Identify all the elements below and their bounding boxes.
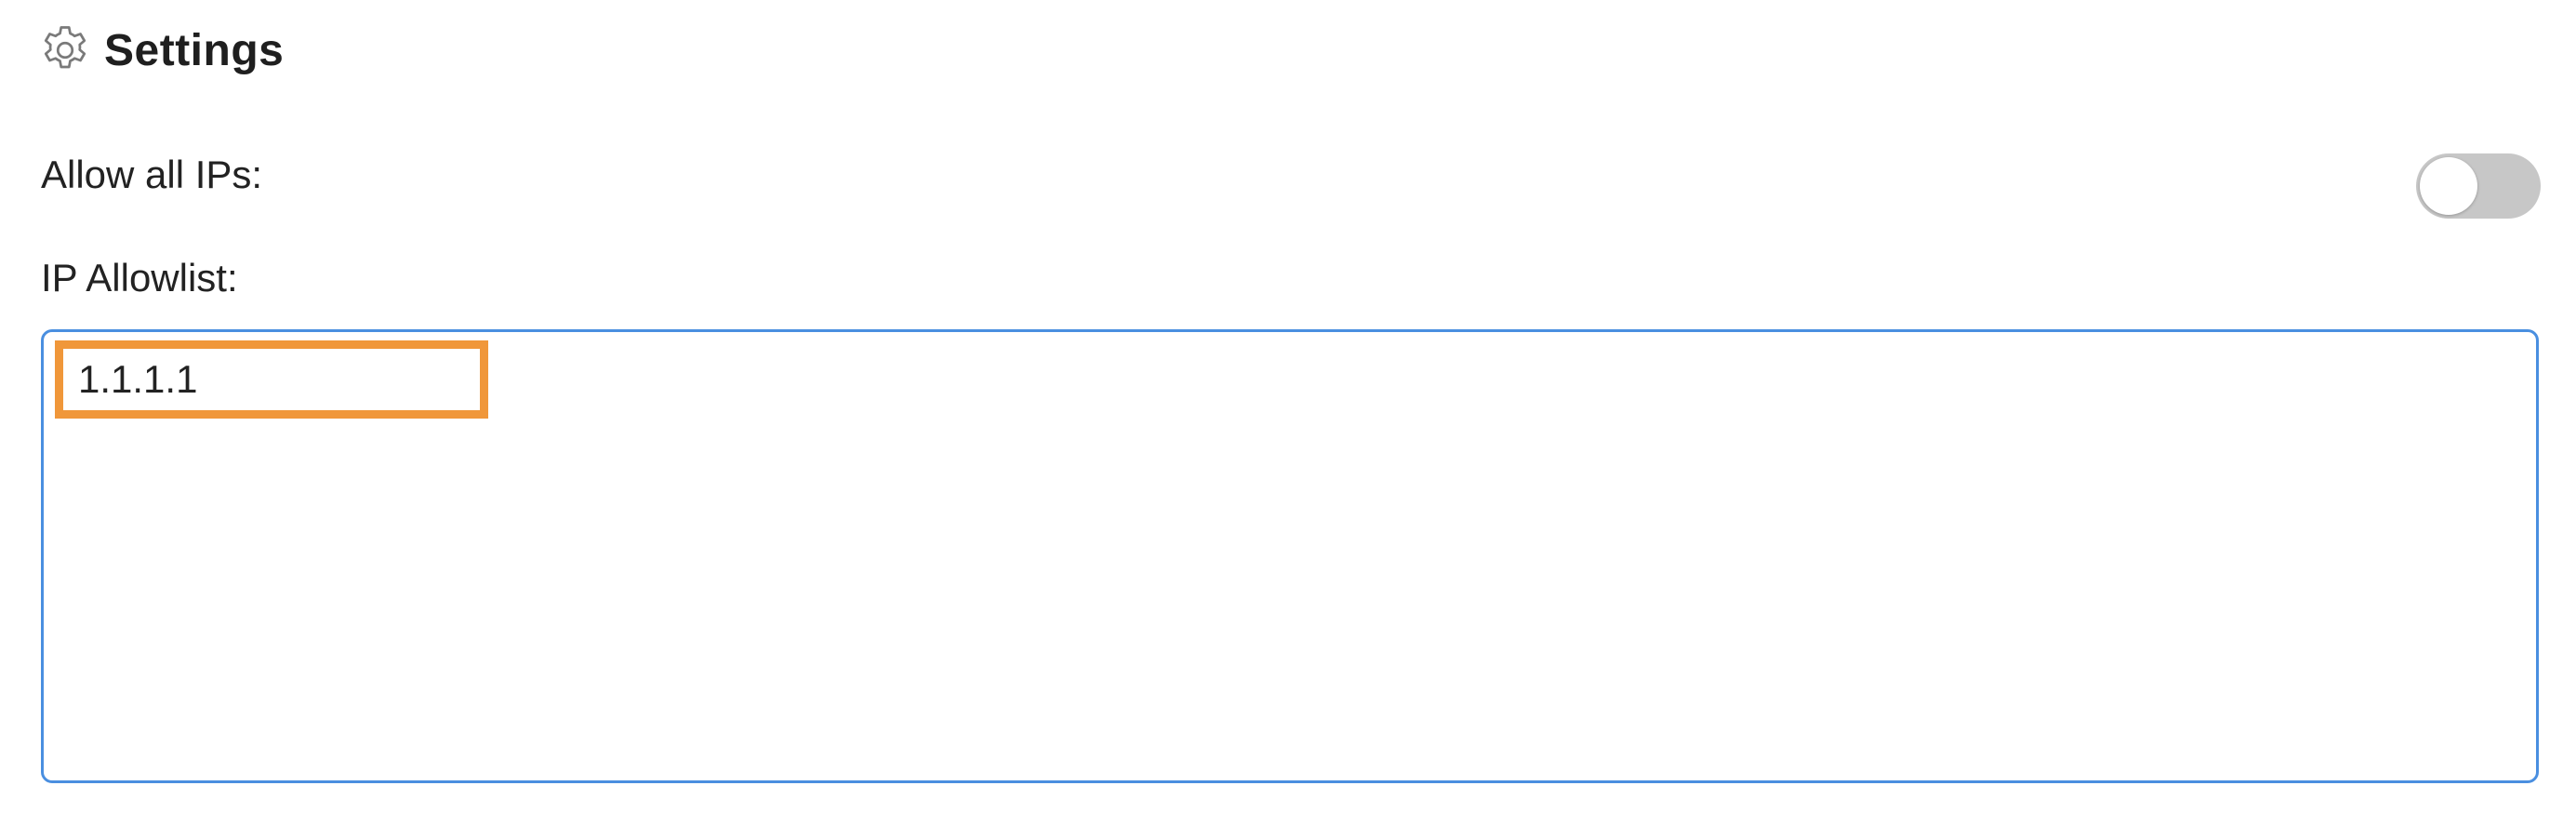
- ip-allowlist-label: IP Allowlist:: [41, 256, 238, 300]
- ip-allowlist-input[interactable]: 1.1.1.1: [41, 329, 2539, 783]
- allow-all-ips-label: Allow all IPs:: [41, 153, 263, 196]
- page-title: Settings: [104, 25, 285, 75]
- settings-header: Settings: [37, 20, 284, 80]
- toggle-knob: [2420, 157, 2477, 215]
- gear-icon: [37, 22, 93, 78]
- allow-all-ips-toggle[interactable]: [2416, 153, 2541, 219]
- ip-entry[interactable]: 1.1.1.1: [55, 340, 488, 419]
